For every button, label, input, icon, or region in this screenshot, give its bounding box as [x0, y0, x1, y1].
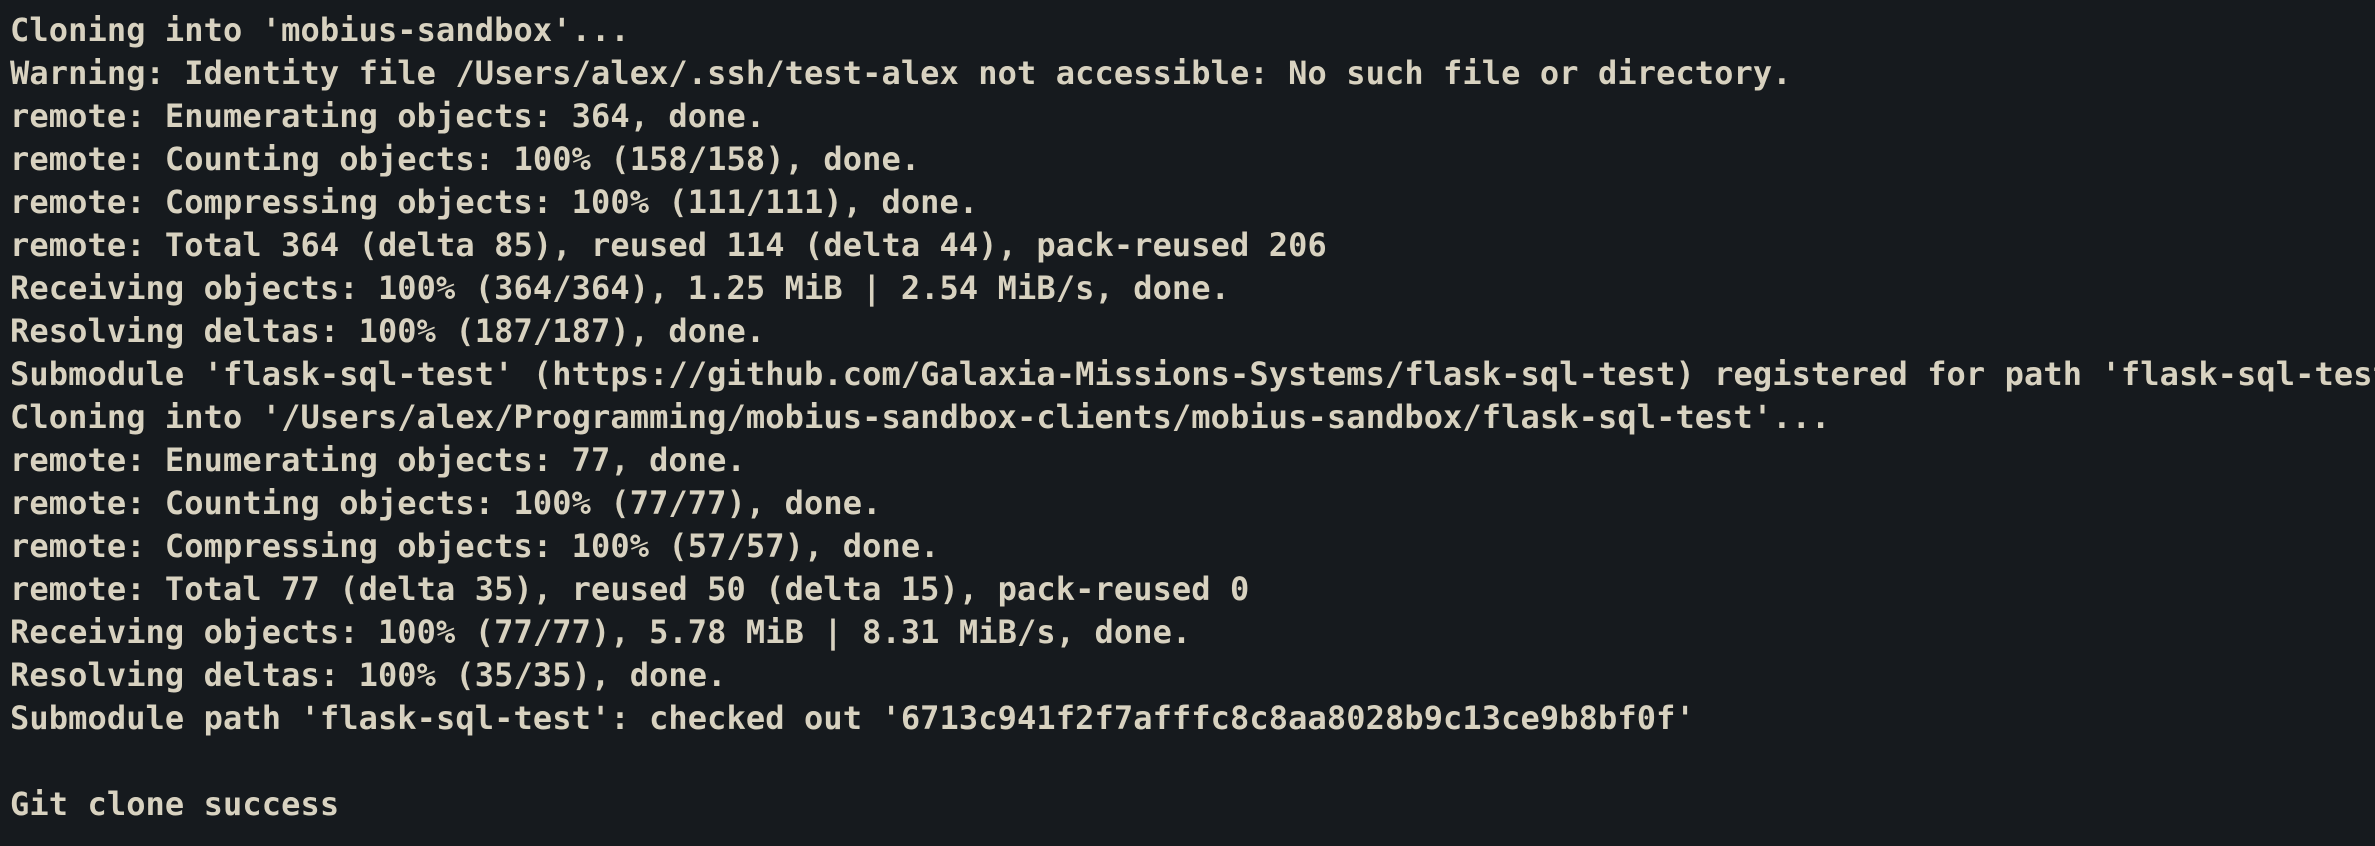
terminal-line: Submodule path 'flask-sql-test': checked…: [10, 699, 1695, 737]
terminal-line: remote: Counting objects: 100% (158/158)…: [10, 140, 921, 178]
terminal-line: Warning: Identity file /Users/alex/.ssh/…: [10, 54, 1792, 92]
terminal-line: Git clone success: [10, 785, 340, 823]
terminal-line: remote: Counting objects: 100% (77/77), …: [10, 484, 882, 522]
terminal-line: remote: Compressing objects: 100% (57/57…: [10, 527, 940, 565]
terminal-line: Cloning into 'mobius-sandbox'...: [10, 11, 630, 49]
terminal-line: remote: Enumerating objects: 364, done.: [10, 97, 766, 135]
terminal-line: remote: Compressing objects: 100% (111/1…: [10, 183, 979, 221]
terminal-line: Resolving deltas: 100% (35/35), done.: [10, 656, 727, 694]
terminal-line: remote: Total 77 (delta 35), reused 50 (…: [10, 570, 1250, 608]
terminal-line: remote: Enumerating objects: 77, done.: [10, 441, 746, 479]
terminal-line: Receiving objects: 100% (364/364), 1.25 …: [10, 269, 1231, 307]
terminal-output: Cloning into 'mobius-sandbox'... Warning…: [10, 9, 2375, 826]
terminal-line: Submodule 'flask-sql-test' (https://gith…: [10, 355, 2375, 393]
terminal-line: Receiving objects: 100% (77/77), 5.78 Mi…: [10, 613, 1192, 651]
terminal-line: remote: Total 364 (delta 85), reused 114…: [10, 226, 1327, 264]
terminal-line: Resolving deltas: 100% (187/187), done.: [10, 312, 766, 350]
terminal-window[interactable]: Cloning into 'mobius-sandbox'... Warning…: [0, 0, 2375, 846]
terminal-line: Cloning into '/Users/alex/Programming/mo…: [10, 398, 1831, 436]
